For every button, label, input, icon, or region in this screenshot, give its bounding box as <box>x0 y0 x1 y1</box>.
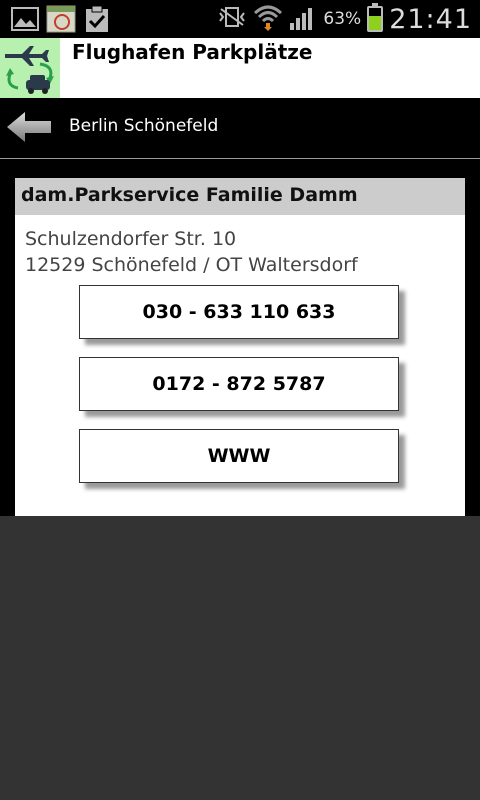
clock: 21:41 <box>389 3 472 35</box>
app-title: Flughafen Parkplätze <box>72 40 313 64</box>
status-right: 63% 21:41 <box>217 0 472 38</box>
wifi-icon <box>253 3 283 35</box>
calendar-icon <box>46 5 76 33</box>
gallery-icon <box>10 5 40 33</box>
battery-percent: 63% <box>323 9 362 29</box>
status-bar: 63% 21:41 <box>0 0 480 38</box>
provider-name: dam.Parkservice Familie Damm <box>21 184 358 206</box>
website-button[interactable]: WWW <box>79 429 399 483</box>
parking-card: dam.Parkservice Familie Damm Schulzendor… <box>15 178 465 516</box>
back-arrow-icon <box>7 112 51 142</box>
vibrate-icon <box>217 5 247 33</box>
phone-button-1[interactable]: 030 - 633 110 633 <box>79 285 399 339</box>
phone-button-2[interactable]: 0172 - 872 5787 <box>79 357 399 411</box>
notification-icons <box>10 5 112 33</box>
nav-bar: Berlin Schönefeld <box>0 98 480 158</box>
card-header: dam.Parkservice Familie Damm <box>15 178 465 215</box>
back-button[interactable] <box>5 110 53 144</box>
location-title: Berlin Schönefeld <box>69 116 219 136</box>
address: Schulzendorfer Str. 10 12529 Schönefeld … <box>25 226 358 278</box>
address-city: 12529 Schönefeld / OT Waltersdorf <box>25 254 358 276</box>
app-bar: Flughafen Parkplätze <box>0 38 480 98</box>
battery-icon <box>367 3 384 32</box>
airport-parking-icon <box>0 38 60 98</box>
address-street: Schulzendorfer Str. 10 <box>25 228 237 250</box>
signal-icon <box>289 3 317 35</box>
clipboard-check-icon <box>82 5 112 33</box>
